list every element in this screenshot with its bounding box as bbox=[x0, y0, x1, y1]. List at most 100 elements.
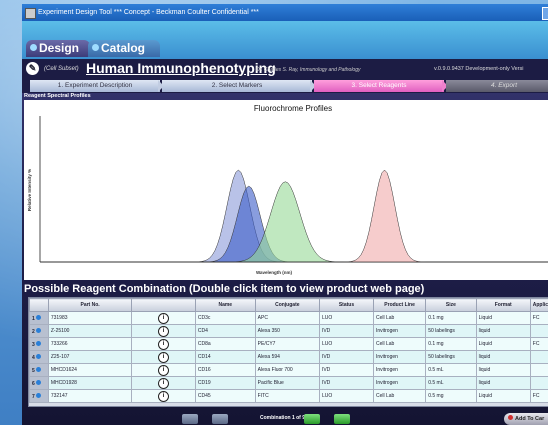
previous-combination-button[interactable] bbox=[212, 414, 228, 424]
product-line-cell: Cell Lab bbox=[372, 389, 427, 403]
info-cell: i bbox=[131, 389, 196, 403]
next-combination-button[interactable] bbox=[304, 414, 320, 424]
app-body: Design Catalog ✎ (Cell Subset) Human Imm… bbox=[22, 21, 548, 425]
application-cell: FC bbox=[529, 389, 548, 403]
application-cell: FC bbox=[529, 311, 548, 325]
add-to-cart-button[interactable]: Add To Car bbox=[504, 413, 548, 425]
info-icon[interactable]: i bbox=[158, 351, 170, 363]
info-icon[interactable]: i bbox=[158, 377, 170, 389]
tab-design[interactable]: Design bbox=[26, 40, 90, 57]
name-cell: CD8a bbox=[194, 337, 256, 351]
row-status-icon bbox=[35, 392, 41, 398]
table-row[interactable]: 6 MHCD1928 i CD19 Pacific Blue IVD Invit… bbox=[29, 376, 548, 390]
col-header-conjugate[interactable]: Conjugate bbox=[254, 298, 320, 312]
conjugate-cell: Alexa 594 bbox=[254, 350, 320, 364]
col-header-application[interactable]: Application bbox=[529, 298, 548, 312]
size-cell: 0.1 mg bbox=[425, 337, 477, 351]
edit-icon[interactable]: ✎ bbox=[26, 62, 39, 75]
step-experiment-description[interactable]: 1. Experiment Description bbox=[30, 80, 160, 92]
status-cell: LUO bbox=[318, 389, 374, 403]
name-cell: CD14 bbox=[194, 350, 256, 364]
product-line-cell: Cell Lab bbox=[372, 311, 427, 325]
info-icon[interactable]: i bbox=[158, 325, 170, 337]
col-header-format[interactable]: Format bbox=[475, 298, 531, 312]
application-cell bbox=[529, 324, 548, 338]
conjugate-cell: APC bbox=[254, 311, 320, 325]
info-cell: i bbox=[131, 337, 196, 351]
status-cell: IVD bbox=[318, 350, 374, 364]
row-number: 5 bbox=[32, 367, 35, 374]
col-header-product-line[interactable]: Product Line bbox=[372, 298, 427, 312]
row-number: 1 bbox=[32, 315, 35, 322]
name-cell: CD4 bbox=[194, 324, 256, 338]
reagent-grid: Part No. Name Conjugate Status Product L… bbox=[29, 298, 548, 403]
row-number: 4 bbox=[32, 354, 35, 361]
col-header-size[interactable]: Size bbox=[425, 298, 477, 312]
step-export[interactable]: 4. Export bbox=[446, 80, 548, 92]
info-icon[interactable]: i bbox=[158, 338, 170, 350]
part-number-cell: MHCD1624 bbox=[47, 363, 133, 377]
row-number-cell: 2 bbox=[29, 324, 49, 338]
table-row[interactable]: 3 733266 i CD8a PE/CY7 LUO Cell Lab 0.1 … bbox=[29, 337, 548, 351]
col-header-status[interactable]: Status bbox=[318, 298, 374, 312]
part-number-cell: Z-25100 bbox=[47, 324, 133, 338]
wizard-steps: 1. Experiment Description 2. Select Mark… bbox=[22, 79, 548, 93]
chart-x-label: Wavelength (nm) bbox=[256, 270, 293, 275]
row-number-cell: 7 bbox=[29, 389, 49, 403]
size-cell: 50 labelings bbox=[425, 350, 477, 364]
table-row[interactable]: 7 732147 i CD45 FITC LUO Cell Lab 0.5 mg… bbox=[29, 389, 548, 403]
row-status-icon bbox=[35, 327, 41, 333]
col-header-part[interactable]: Part No. bbox=[47, 298, 133, 312]
row-status-icon bbox=[35, 366, 41, 372]
tab-catalog-label: Catalog bbox=[101, 41, 146, 55]
version-label: v.0.9.0.9437 Development-only Versi bbox=[434, 66, 524, 72]
size-cell: 0.5 mg bbox=[425, 389, 477, 403]
experiment-header: ✎ (Cell Subset) Human Immunophenotyping … bbox=[22, 59, 548, 79]
info-cell: i bbox=[131, 311, 196, 325]
chart-y-label: Relative Intensity % bbox=[27, 169, 32, 211]
fluorochrome-chart: Fluorochrome Profiles Relative Intensity… bbox=[27, 104, 548, 275]
tab-catalog[interactable]: Catalog bbox=[88, 40, 160, 57]
format-cell: Liquid bbox=[475, 389, 531, 403]
info-icon[interactable]: i bbox=[158, 390, 170, 402]
info-icon[interactable]: i bbox=[158, 312, 170, 324]
tab-bullet-icon bbox=[92, 44, 99, 51]
conjugate-cell: FITC bbox=[254, 389, 320, 403]
row-number-cell: 6 bbox=[29, 376, 49, 390]
window-title: Experiment Design Tool *** Concept - Bec… bbox=[38, 9, 259, 16]
info-cell: i bbox=[131, 324, 196, 338]
product-line-cell: Invitrogen bbox=[372, 376, 427, 390]
experiment-title[interactable]: Human Immunophenotyping bbox=[86, 60, 276, 76]
row-number-cell: 4 bbox=[29, 350, 49, 364]
combination-counter: Combination 1 of 9 bbox=[260, 415, 305, 421]
tab-design-label: Design bbox=[39, 41, 80, 55]
size-cell: 0.5 mL bbox=[425, 363, 477, 377]
step-select-markers[interactable]: 2. Select Markers bbox=[162, 80, 312, 92]
info-icon[interactable]: i bbox=[158, 364, 170, 376]
row-number: 2 bbox=[32, 328, 35, 335]
combination-header: Possible Reagent Combination (Double cli… bbox=[24, 283, 425, 295]
row-status-icon bbox=[35, 379, 41, 385]
col-header-info bbox=[131, 298, 196, 312]
format-cell: liquid bbox=[475, 363, 531, 377]
status-cell: LUO bbox=[318, 311, 374, 325]
table-row[interactable]: 4 Z25-107 i CD14 Alexa 594 IVD Invitroge… bbox=[29, 350, 548, 364]
size-cell: 0.5 mL bbox=[425, 376, 477, 390]
first-combination-button[interactable] bbox=[182, 414, 198, 424]
application-cell bbox=[529, 376, 548, 390]
col-header-name[interactable]: Name bbox=[194, 298, 256, 312]
minimize-button[interactable]: _ bbox=[542, 7, 548, 20]
product-line-cell: Invitrogen bbox=[372, 363, 427, 377]
table-row[interactable]: 2 Z-25100 i CD4 Alexa 350 IVD Invitrogen… bbox=[29, 324, 548, 338]
conjugate-cell: PE/CY7 bbox=[254, 337, 320, 351]
format-cell: liquid bbox=[475, 324, 531, 338]
row-number-cell: 5 bbox=[29, 363, 49, 377]
name-cell: CD3c bbox=[194, 311, 256, 325]
application-cell: FC bbox=[529, 337, 548, 351]
last-combination-button[interactable] bbox=[334, 414, 350, 424]
row-number-cell: 1 bbox=[29, 311, 49, 325]
format-cell: liquid bbox=[475, 350, 531, 364]
table-row[interactable]: 5 MHCD1624 i CD16 Alexa Fluor 700 IVD In… bbox=[29, 363, 548, 377]
step-select-reagents[interactable]: 3. Select Reagents bbox=[314, 80, 444, 92]
table-row[interactable]: 1 731983 i CD3c APC LUO Cell Lab 0.1 mg … bbox=[29, 311, 548, 325]
